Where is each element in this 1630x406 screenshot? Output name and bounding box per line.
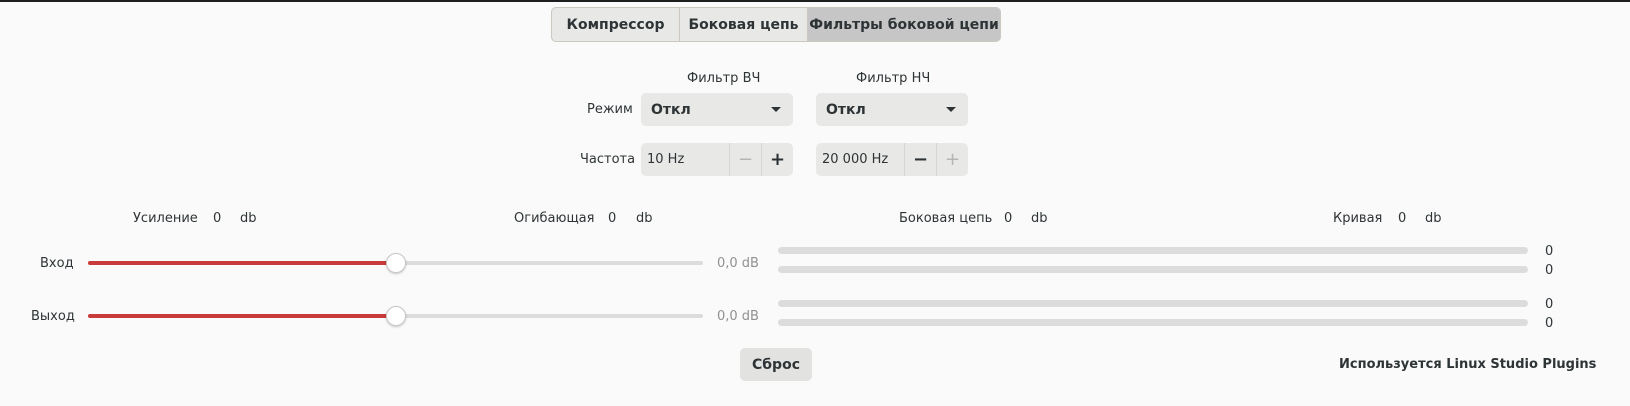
hp-frequency-input[interactable]: 10 Hz — [641, 143, 729, 176]
chevron-down-icon — [946, 107, 956, 112]
hp-mode-dropdown[interactable]: Откл — [641, 93, 793, 126]
output-slider[interactable] — [88, 306, 703, 326]
lp-mode-value: Откл — [826, 101, 866, 118]
input-meter-right — [778, 266, 1528, 273]
window-top-border — [0, 0, 1630, 2]
input-slider[interactable] — [88, 253, 703, 273]
input-slider-fill — [88, 261, 396, 265]
curve-label: Кривая — [1333, 211, 1383, 226]
tab-compressor[interactable]: Компрессор — [552, 8, 680, 41]
gain-unit: db — [240, 211, 257, 226]
input-value: 0,0 dB — [717, 256, 759, 271]
hp-mode-value: Откл — [651, 101, 691, 118]
tab-sidechain[interactable]: Боковая цепь — [680, 8, 808, 41]
credit-text: Используется Linux Studio Plugins — [1339, 357, 1597, 372]
output-meter-right — [778, 319, 1528, 326]
tab-sidechain-filters[interactable]: Фильтры боковой цепи — [808, 8, 1000, 41]
gain-label: Усиление — [133, 211, 198, 226]
reset-button[interactable]: Сброс — [740, 348, 812, 381]
gain-value: 0 — [213, 211, 222, 226]
input-meter-left — [778, 247, 1528, 254]
lp-frequency-input[interactable]: 20 000 Hz — [816, 143, 904, 176]
hp-frequency-decrease-button[interactable]: − — [729, 143, 761, 176]
lp-frequency-spin: 20 000 Hz − + — [816, 143, 968, 176]
envelope-unit: db — [636, 211, 653, 226]
sidechain-level-unit: db — [1031, 211, 1048, 226]
tab-bar: Компрессор Боковая цепь Фильтры боковой … — [551, 7, 1001, 42]
envelope-label: Огибающая — [514, 211, 595, 226]
chevron-down-icon — [771, 107, 781, 112]
curve-unit: db — [1425, 211, 1442, 226]
input-label: Вход — [40, 256, 74, 271]
output-meter-right-value: 0 — [1545, 316, 1554, 331]
envelope-value: 0 — [608, 211, 617, 226]
lp-filter-title: Фильтр НЧ — [856, 71, 931, 86]
sidechain-level-label: Боковая цепь — [899, 211, 993, 226]
output-label: Выход — [31, 309, 75, 324]
output-meter-left-value: 0 — [1545, 297, 1554, 312]
hp-frequency-increase-button[interactable]: + — [761, 143, 793, 176]
sidechain-level-value: 0 — [1004, 211, 1013, 226]
hp-filter-title: Фильтр ВЧ — [687, 71, 761, 86]
hp-frequency-spin: 10 Hz − + — [641, 143, 793, 176]
output-slider-fill — [88, 314, 396, 318]
frequency-label: Частота — [580, 152, 636, 167]
mode-label: Режим — [587, 102, 633, 117]
curve-value: 0 — [1398, 211, 1407, 226]
input-slider-handle[interactable] — [385, 253, 406, 273]
lp-frequency-increase-button[interactable]: + — [936, 143, 968, 176]
input-meter-right-value: 0 — [1545, 263, 1554, 278]
output-slider-handle[interactable] — [385, 306, 406, 326]
input-meter-left-value: 0 — [1545, 244, 1554, 259]
lp-frequency-decrease-button[interactable]: − — [904, 143, 936, 176]
output-meter-left — [778, 300, 1528, 307]
lp-mode-dropdown[interactable]: Откл — [816, 93, 968, 126]
output-value: 0,0 dB — [717, 309, 759, 324]
